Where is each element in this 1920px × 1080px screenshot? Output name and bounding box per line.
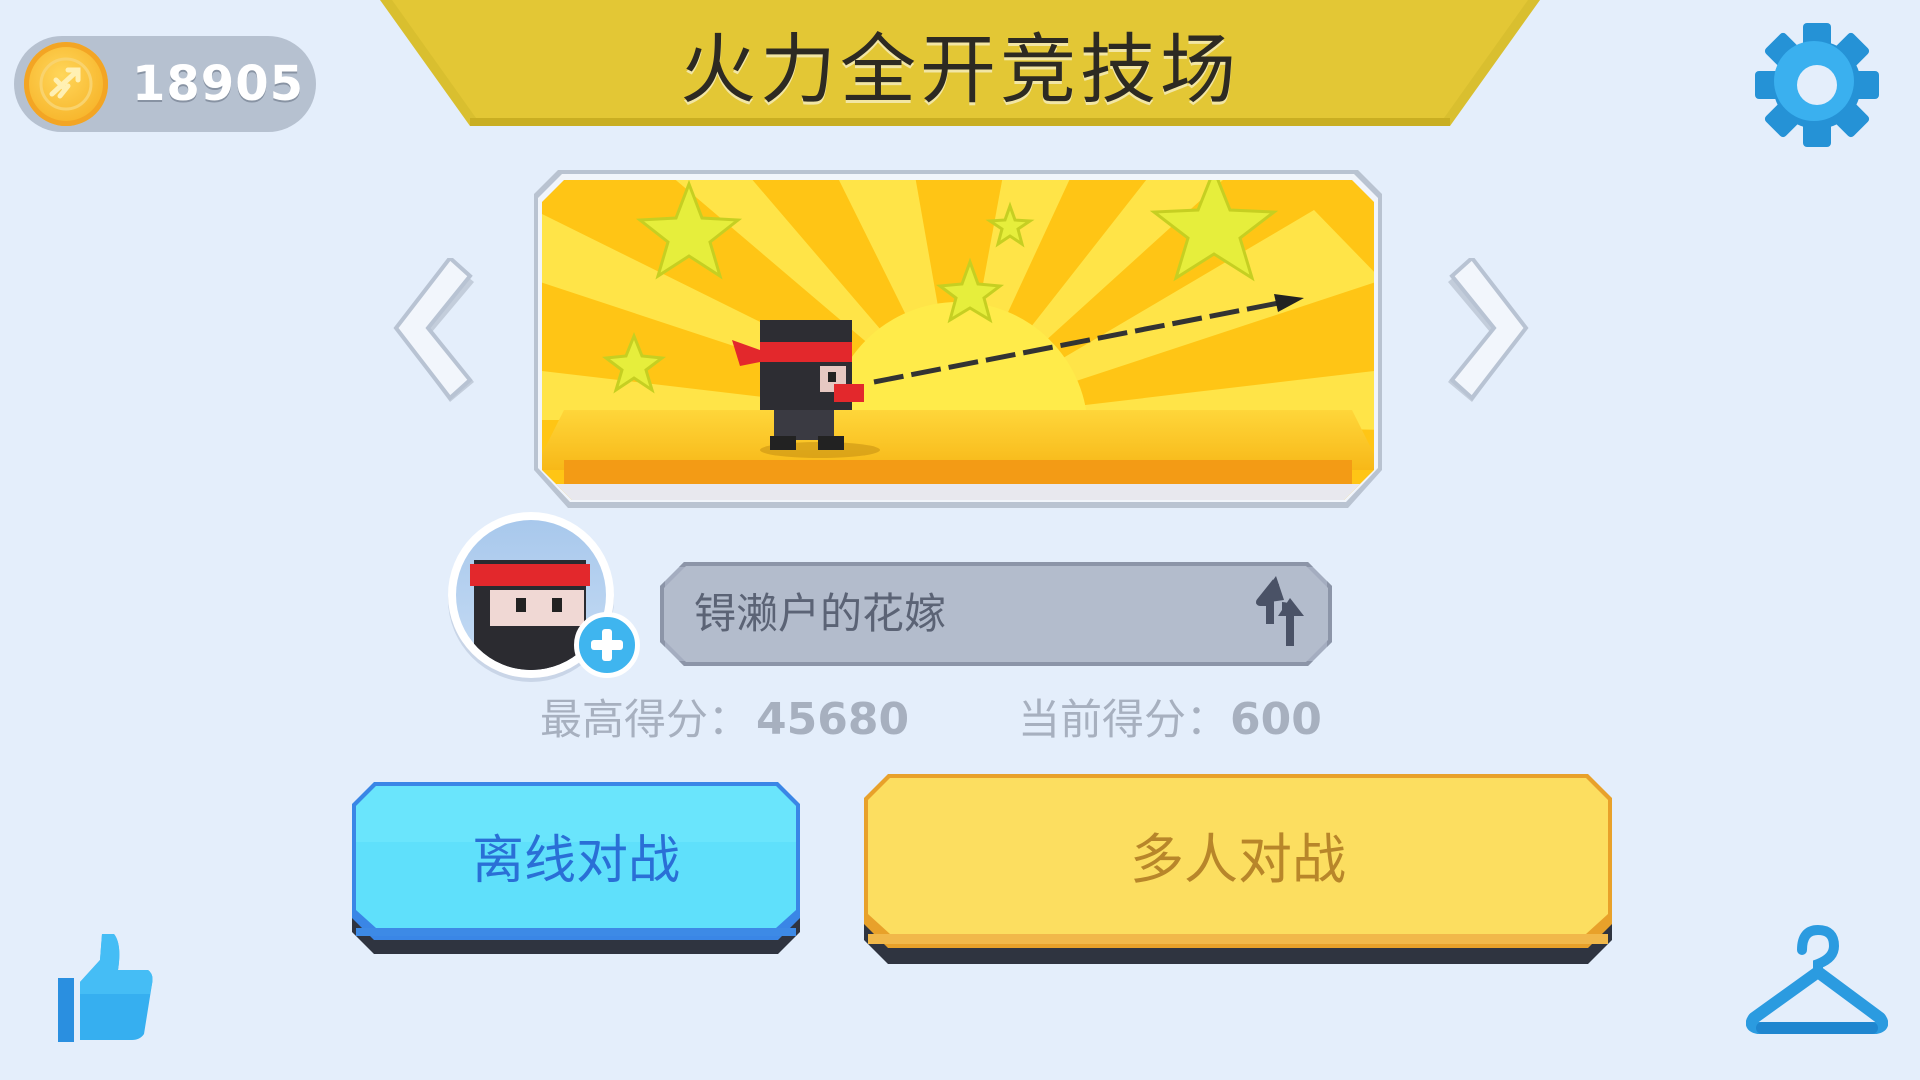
map-preview[interactable] [534,170,1382,510]
chevron-left-icon [393,255,474,402]
gear-icon [1755,23,1879,147]
multiplayer-battle-button[interactable]: 多人对战 [864,774,1612,964]
shuffle-icon [1256,576,1304,646]
add-avatar-button[interactable] [574,612,640,678]
previous-map-button[interactable] [392,255,478,406]
offline-battle-label: 离线对战 [471,830,680,891]
coin-counter: 18905 [14,36,316,132]
coin-icon [24,42,108,126]
chevron-right-icon [1448,255,1529,402]
best-score-value: 45680 [756,694,910,745]
offline-battle-button[interactable]: 离线对战 [352,782,800,954]
hanger-icon [1745,924,1889,1034]
like-button[interactable] [56,930,156,1046]
shuffle-name-button[interactable] [1238,572,1322,656]
wardrobe-button[interactable] [1745,922,1889,1040]
player-name: 锝濑户的花嫁 [694,589,947,638]
thumbs-up-icon [58,934,153,1042]
settings-button[interactable] [1754,22,1880,148]
multiplayer-battle-label: 多人对战 [1130,827,1346,891]
plus-icon [591,629,623,661]
page-title: 火力全开竞技场 [680,25,1240,114]
next-map-button[interactable] [1444,255,1530,406]
current-score-value: 600 [1230,694,1322,745]
best-score-label: 最高得分： [540,695,751,744]
coin-count: 18905 [132,56,304,112]
current-score-label: 当前得分： [1018,695,1229,744]
